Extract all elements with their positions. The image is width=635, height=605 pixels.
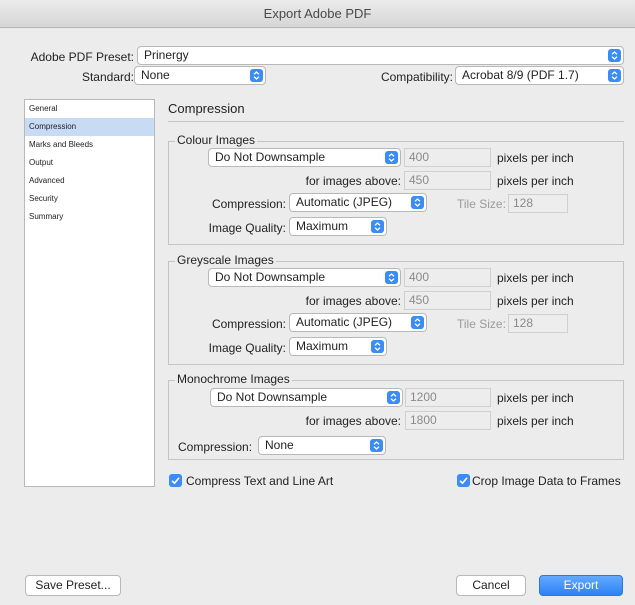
greyscale-images-title: Greyscale Images	[175, 253, 276, 267]
colour-compression-value: Automatic (JPEG)	[296, 195, 393, 209]
preset-label: Adobe PDF Preset:	[30, 50, 134, 64]
crop-image-label: Crop Image Data to Frames	[472, 474, 621, 488]
colour-quality-value: Maximum	[296, 219, 349, 233]
chevron-updown-icon	[371, 340, 384, 353]
chevron-updown-icon	[411, 316, 424, 329]
sidebar-item-security[interactable]: Security	[25, 190, 154, 208]
chevron-updown-icon	[385, 151, 398, 164]
chevron-updown-icon	[608, 69, 621, 82]
chevron-updown-icon	[387, 391, 400, 404]
colour-above-unit: pixels per inch	[497, 174, 574, 188]
compress-text-checkbox[interactable]	[169, 474, 182, 487]
checkmark-icon	[171, 477, 180, 485]
greyscale-quality-label: Image Quality:	[208, 341, 286, 355]
sidebar-item-general[interactable]: General	[25, 100, 154, 118]
greyscale-compression-value: Automatic (JPEG)	[296, 315, 393, 329]
greyscale-ppi-field[interactable]: 400	[404, 268, 491, 287]
colour-compression-select[interactable]: Automatic (JPEG)	[289, 193, 427, 212]
greyscale-downsample-select[interactable]: Do Not Downsample	[208, 268, 401, 287]
greyscale-above-field[interactable]: 450	[404, 291, 491, 310]
cancel-button[interactable]: Cancel	[456, 575, 526, 596]
colour-downsample-select[interactable]: Do Not Downsample	[208, 148, 401, 167]
standard-select[interactable]: None	[134, 66, 266, 85]
colour-tile-label: Tile Size:	[457, 197, 506, 211]
preset-select[interactable]: Prinergy	[137, 46, 624, 65]
mono-above-label: for images above:	[305, 414, 401, 428]
mono-above-unit: pixels per inch	[497, 414, 574, 428]
mono-compression-label: Compression:	[178, 440, 253, 454]
greyscale-downsample-value: Do Not Downsample	[215, 270, 326, 284]
compatibility-value: Acrobat 8/9 (PDF 1.7)	[462, 68, 579, 82]
greyscale-tile-field[interactable]: 128	[508, 314, 568, 333]
crop-image-checkbox[interactable]	[457, 474, 470, 487]
sidebar-item-output[interactable]: Output	[25, 154, 154, 172]
window-title: Export Adobe PDF	[0, 0, 635, 28]
colour-compression-label: Compression:	[211, 197, 286, 211]
mono-ppi-unit: pixels per inch	[497, 391, 574, 405]
sidebar-item-advanced[interactable]: Advanced	[25, 172, 154, 190]
colour-above-field[interactable]: 450	[404, 171, 491, 190]
preset-value: Prinergy	[144, 48, 189, 62]
sidebar-item-marks-and-bleeds[interactable]: Marks and Bleeds	[25, 136, 154, 154]
chevron-updown-icon	[608, 49, 621, 62]
sidebar: General Compression Marks and Bleeds Out…	[24, 99, 155, 487]
compatibility-select[interactable]: Acrobat 8/9 (PDF 1.7)	[455, 66, 624, 85]
save-preset-button[interactable]: Save Preset...	[25, 575, 121, 596]
colour-ppi-field[interactable]: 400	[404, 148, 491, 167]
export-button[interactable]: Export	[539, 575, 623, 596]
greyscale-above-unit: pixels per inch	[497, 294, 574, 308]
monochrome-images-title: Monochrome Images	[175, 372, 292, 386]
greyscale-quality-select[interactable]: Maximum	[289, 337, 387, 356]
sidebar-item-compression[interactable]: Compression	[25, 118, 154, 136]
chevron-updown-icon	[250, 69, 263, 82]
greyscale-ppi-unit: pixels per inch	[497, 271, 574, 285]
chevron-updown-icon	[371, 220, 384, 233]
standard-value: None	[141, 68, 170, 82]
compress-text-label: Compress Text and Line Art	[186, 474, 334, 488]
mono-above-field[interactable]: 1800	[405, 411, 491, 430]
compatibility-label: Compatibility:	[380, 70, 453, 84]
mono-downsample-select[interactable]: Do Not Downsample	[210, 388, 403, 407]
mono-downsample-value: Do Not Downsample	[217, 390, 328, 404]
standard-label: Standard:	[81, 70, 134, 84]
greyscale-compression-select[interactable]: Automatic (JPEG)	[289, 313, 427, 332]
section-divider	[168, 121, 624, 122]
sidebar-item-summary[interactable]: Summary	[25, 208, 154, 226]
section-title: Compression	[168, 101, 245, 116]
colour-quality-label: Image Quality:	[208, 221, 286, 235]
mono-ppi-field[interactable]: 1200	[405, 388, 491, 407]
colour-above-label: for images above:	[305, 174, 401, 188]
greyscale-quality-value: Maximum	[296, 339, 349, 353]
greyscale-tile-label: Tile Size:	[457, 317, 506, 331]
colour-quality-select[interactable]: Maximum	[289, 217, 387, 236]
mono-compression-value: None	[265, 438, 294, 452]
greyscale-above-label: for images above:	[305, 294, 401, 308]
greyscale-compression-label: Compression:	[211, 317, 286, 331]
colour-tile-field[interactable]: 128	[508, 194, 568, 213]
mono-compression-select[interactable]: None	[258, 436, 386, 455]
chevron-updown-icon	[411, 196, 424, 209]
chevron-updown-icon	[370, 439, 383, 452]
colour-images-title: Colour Images	[175, 133, 258, 147]
chevron-updown-icon	[385, 271, 398, 284]
checkmark-icon	[459, 477, 468, 485]
colour-ppi-unit: pixels per inch	[497, 151, 574, 165]
colour-downsample-value: Do Not Downsample	[215, 150, 326, 164]
